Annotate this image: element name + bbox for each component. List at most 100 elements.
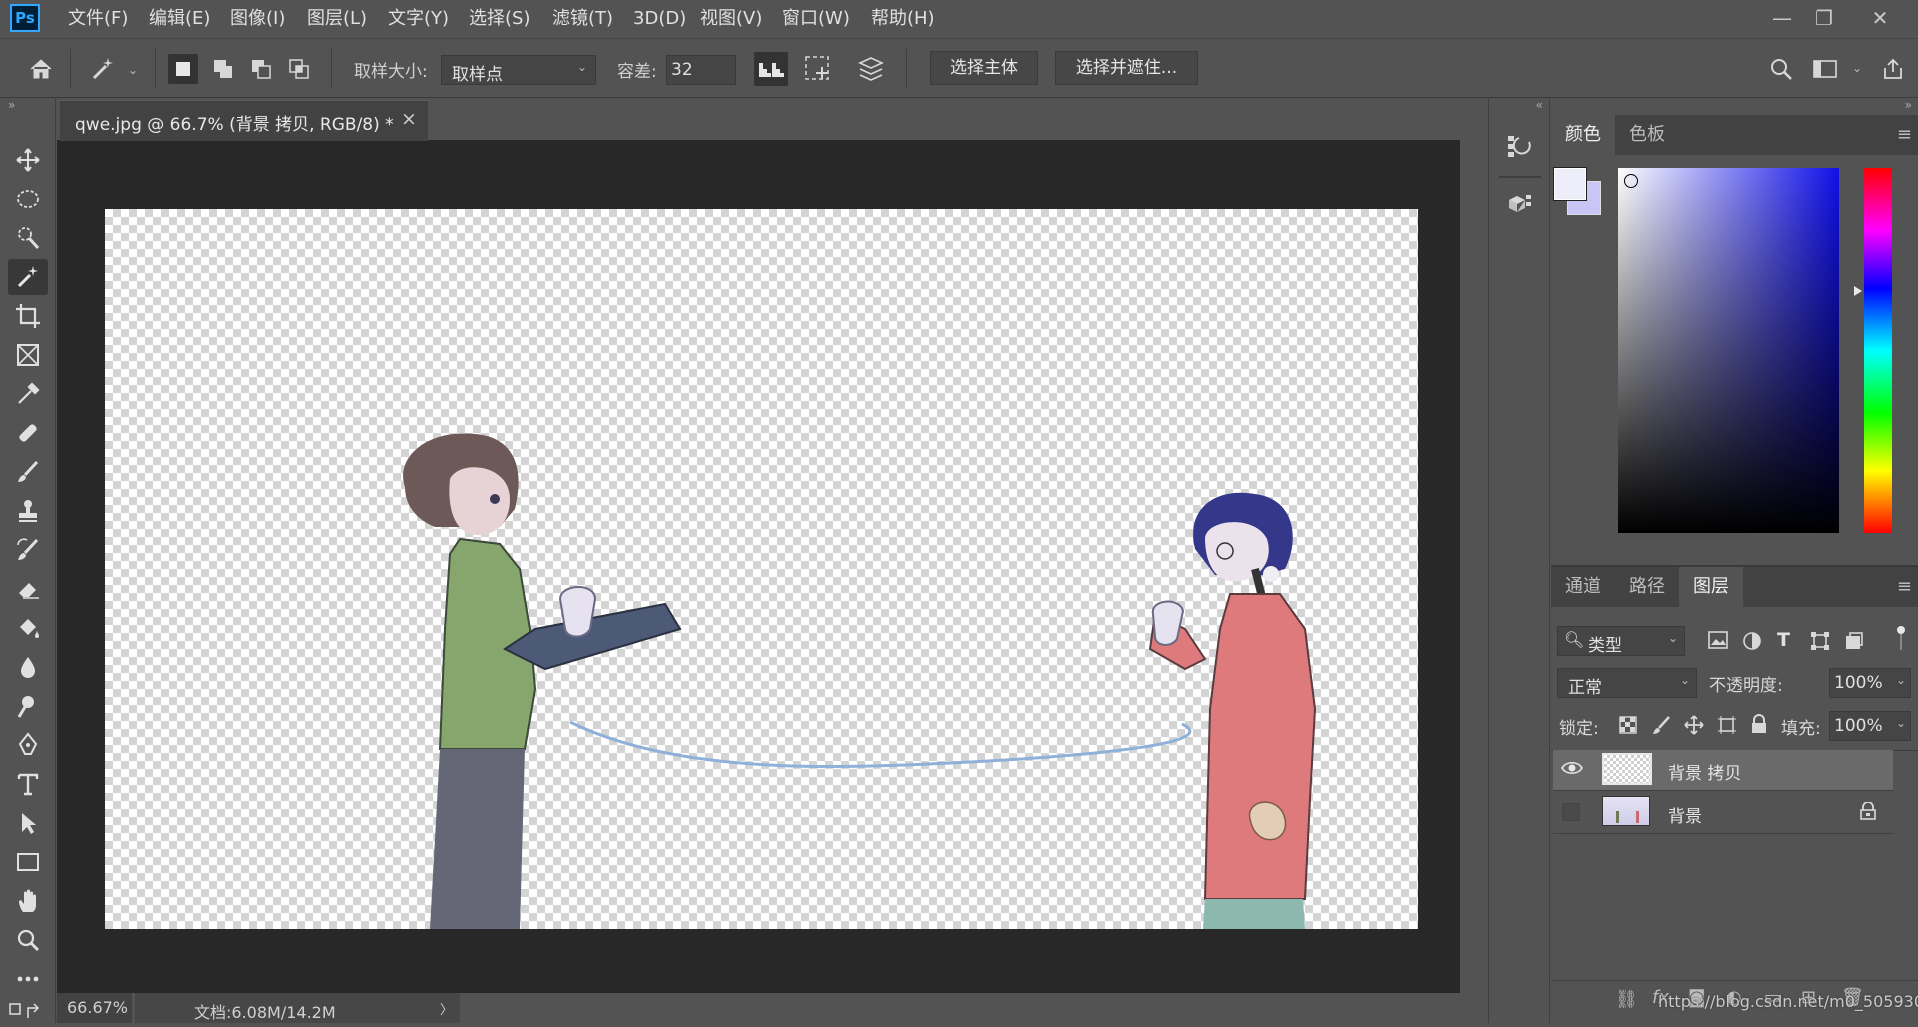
layer-row-background-copy[interactable]: 背景 拷贝 [1553,750,1893,790]
link-layers-icon[interactable]: ⛓ [1615,989,1638,1010]
tolerance-input[interactable]: 32 [666,55,736,85]
workspace-icon[interactable] [1810,54,1840,84]
pen-tool-icon[interactable] [8,727,48,763]
filter-pixel-layers-icon[interactable] [1708,631,1728,654]
magic-wand-preset-icon[interactable] [88,54,118,84]
add-to-selection-icon[interactable] [208,54,238,84]
history-panel-icon[interactable] [1499,128,1539,164]
dodge-tool-icon[interactable] [8,688,48,724]
lock-transparent-pixels-icon[interactable] [1619,716,1637,739]
blur-tool-icon[interactable] [8,649,48,685]
frame-tool-icon[interactable] [8,337,48,373]
eyedropper-icon[interactable] [8,376,48,412]
filter-toggle[interactable] [1897,626,1905,652]
menu-3d[interactable]: 3D(D) [633,6,686,32]
history-brush-icon[interactable] [8,532,48,568]
layer-filter-dropdown[interactable]: 🔍︎ 类型 ⌄ [1557,626,1685,656]
layer-visibility-toggle[interactable] [1562,803,1580,821]
menu-edit[interactable]: 编辑(E) [149,6,210,32]
intersect-selection-icon[interactable] [284,54,314,84]
preset-chevron-down-icon[interactable]: ⌄ [128,63,138,77]
zoom-tool-icon[interactable] [8,922,48,958]
quick-selection-icon[interactable] [8,220,48,256]
menu-layer[interactable]: 图层(L) [307,6,367,32]
tab-swatches[interactable]: 色板 [1615,115,1679,155]
hue-slider[interactable] [1864,168,1892,533]
menu-view[interactable]: 视图(V) [700,6,762,32]
filter-type-layers-icon[interactable]: T [1777,629,1790,651]
layer-row-background[interactable]: 背景 [1553,792,1893,832]
path-selection-icon[interactable] [8,805,48,841]
opacity-input[interactable]: 100% ⌄ [1829,668,1911,698]
vertical-scrollbar[interactable] [1460,140,1488,995]
color-panel-menu-icon[interactable]: ≡ [1897,124,1912,145]
brush-tool-icon[interactable] [8,454,48,490]
zoom-level[interactable]: 66.67% [67,998,128,1017]
foreground-color-swatch[interactable] [1554,168,1586,200]
color-picker-cursor[interactable] [1624,174,1638,188]
sample-size-dropdown[interactable]: 取样点 ⌄ [441,55,596,85]
crop-tool-icon[interactable] [8,298,48,334]
lock-all-icon[interactable] [1751,714,1767,739]
restore-button[interactable]: ❐ [1804,4,1844,32]
tab-layers[interactable]: 图层 [1679,567,1743,607]
lock-artboard-icon[interactable] [1717,715,1737,740]
menu-type[interactable]: 文字(Y) [388,6,449,32]
filter-smart-objects-icon[interactable] [1844,631,1864,656]
more-tools-icon[interactable] [8,961,48,997]
search-icon[interactable] [1766,54,1796,84]
sample-all-layers-icon[interactable] [856,54,886,84]
select-subject-button[interactable]: 选择主体 [930,51,1038,85]
document-info[interactable]: 文档:6.08M/14.2M [194,999,336,1023]
filter-shape-layers-icon[interactable] [1810,631,1830,656]
layer-name[interactable]: 背景 [1668,802,1702,827]
filter-adjustment-layers-icon[interactable] [1742,631,1762,656]
workspace-chevron-down-icon[interactable]: ⌄ [1852,61,1862,75]
minimize-button[interactable]: — [1762,4,1802,32]
collapse-dock-icon[interactable]: « [1536,98,1543,112]
lock-position-icon[interactable] [1684,715,1704,740]
paint-bucket-icon[interactable] [8,610,48,646]
close-tab-icon[interactable]: × [401,108,417,130]
new-selection-icon[interactable] [168,54,198,84]
contiguous-icon[interactable] [803,54,833,84]
blend-mode-dropdown[interactable]: 正常 ⌄ [1557,668,1697,698]
menu-filter[interactable]: 滤镜(T) [552,6,613,32]
home-icon[interactable] [26,54,56,84]
rectangle-tool-icon[interactable] [8,844,48,880]
anti-alias-icon[interactable] [754,52,788,86]
swap-colors-icon[interactable] [8,998,48,1022]
move-tool-icon[interactable] [8,142,48,178]
tab-paths[interactable]: 路径 [1615,567,1679,607]
canvas-image[interactable] [105,209,1418,929]
expand-panels-icon[interactable]: » [1905,98,1912,112]
menu-window[interactable]: 窗口(W) [782,6,850,32]
hand-tool-icon[interactable] [8,883,48,919]
healing-brush-icon[interactable] [8,415,48,451]
lock-image-pixels-icon[interactable] [1651,715,1671,740]
tab-channels[interactable]: 通道 [1551,567,1615,607]
menu-select[interactable]: 选择(S) [469,6,530,32]
subtract-from-selection-icon[interactable] [246,54,276,84]
close-window-button[interactable]: ✕ [1860,4,1900,32]
select-and-mask-button[interactable]: 选择并遮住... [1055,51,1198,85]
3d-panel-icon[interactable] [1499,186,1539,222]
tab-color[interactable]: 颜色 [1551,115,1615,155]
type-tool-icon[interactable] [8,766,48,802]
elliptical-marquee-icon[interactable] [8,181,48,217]
document-tab[interactable]: qwe.jpg @ 66.7% (背景 拷贝, RGB/8) * × [60,100,428,141]
hue-slider-handle[interactable] [1854,286,1862,296]
menu-file[interactable]: 文件(F) [68,6,128,32]
fill-input[interactable]: 100% ⌄ [1829,711,1911,741]
menu-help[interactable]: 帮助(H) [871,6,935,32]
layer-visibility-eye-icon[interactable] [1561,760,1583,781]
menu-image[interactable]: 图像(I) [230,6,285,32]
clone-stamp-icon[interactable] [8,493,48,529]
expand-toolbar-icon[interactable]: » [8,98,15,112]
share-icon[interactable] [1878,54,1908,84]
status-chevron-icon[interactable]: 〉 [440,999,453,1018]
color-picker-field[interactable] [1618,168,1839,533]
layer-name[interactable]: 背景 拷贝 [1668,759,1741,784]
magic-wand-tool-icon[interactable] [8,259,48,295]
layers-panel-menu-icon[interactable]: ≡ [1897,576,1912,597]
